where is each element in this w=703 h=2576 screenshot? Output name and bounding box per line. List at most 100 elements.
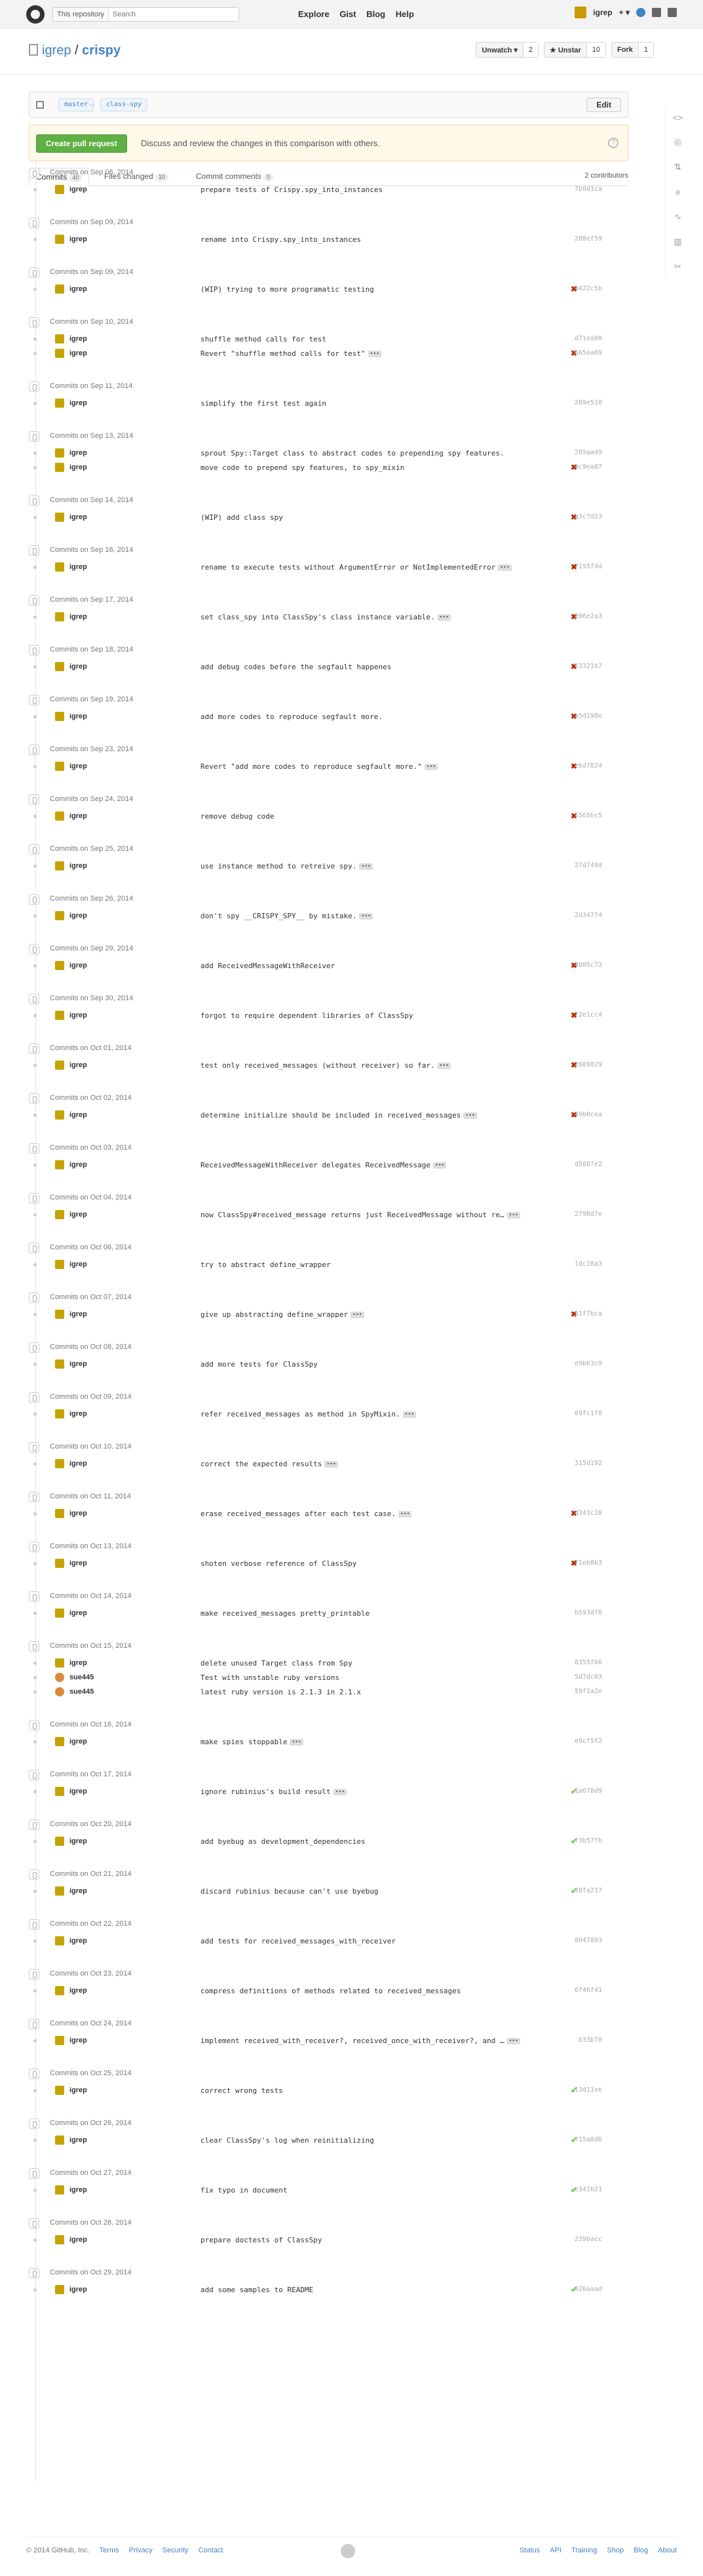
commit-message-text[interactable]: refer received_messages as method in Spy… <box>200 1410 400 1418</box>
commit-author[interactable]: igrep <box>69 1360 87 1368</box>
commit-sha[interactable]: 27d749d <box>575 862 602 869</box>
commit-sha[interactable]: 4805c73 <box>575 962 602 969</box>
footer-link-status[interactable]: Status <box>520 2547 540 2554</box>
commit-message-text[interactable]: now ClassSpy#received_message returns ju… <box>200 1211 504 1219</box>
commit-sha[interactable]: 826aaad <box>575 2286 602 2293</box>
commit-sha[interactable]: 63321b7 <box>575 663 602 670</box>
commit-message[interactable]: rename into Crispy.spy_into_instances <box>200 235 361 244</box>
expand-ellipsis-button[interactable]: ••• <box>506 2038 521 2044</box>
commit-sha[interactable]: 38fa217 <box>575 1887 602 1894</box>
avatar[interactable] <box>55 811 64 821</box>
commit-message-text[interactable]: make spies stoppable <box>200 1738 287 1746</box>
commit-sha[interactable]: 0047893 <box>575 1937 602 1944</box>
commit-author[interactable]: igrep <box>69 463 87 471</box>
avatar[interactable] <box>55 334 64 343</box>
commit-author[interactable]: igrep <box>69 663 87 671</box>
commit-message[interactable]: sprout Spy::Target class to abstract cod… <box>200 449 504 458</box>
expand-ellipsis-button[interactable]: ••• <box>437 614 451 621</box>
commit-sha[interactable]: 715a8d6 <box>575 2136 602 2143</box>
expand-ellipsis-button[interactable]: ••• <box>290 1739 303 1746</box>
commit-sha[interactable]: 5d7dc03 <box>575 1673 602 1681</box>
search-box[interactable]: This repository <box>52 7 239 22</box>
commit-message-text[interactable]: latest ruby version is 2.1.3 in 2.1.x <box>200 1688 361 1696</box>
avatar[interactable] <box>55 2185 64 2195</box>
commit-author[interactable]: igrep <box>69 285 87 293</box>
commit-message-text[interactable]: prepare doctests of ClassSpy <box>200 2236 322 2244</box>
commit-sha[interactable]: e6d7824 <box>575 762 602 770</box>
avatar[interactable] <box>55 911 64 920</box>
pull-requests-icon[interactable]: ⇅ <box>666 155 690 180</box>
commit-message-text[interactable]: remove debug code <box>200 812 275 821</box>
expand-ellipsis-button[interactable]: ••• <box>398 1511 412 1517</box>
commit-message-text[interactable]: Test with unstable ruby versions <box>200 1673 339 1682</box>
commit-sha[interactable]: 1dc28a3 <box>575 1260 602 1268</box>
commit-author[interactable]: igrep <box>69 1011 87 1019</box>
commit-message-text[interactable]: add some samples to README <box>200 2286 313 2294</box>
commit-author[interactable]: igrep <box>69 1260 87 1268</box>
commit-message-text[interactable]: forgot to require dependent libraries of… <box>200 1011 413 1020</box>
code-icon[interactable]: <> <box>666 105 690 130</box>
commit-author[interactable]: igrep <box>69 1061 87 1069</box>
commit-message-text[interactable]: ignore rubinius's build result <box>200 1787 331 1796</box>
commit-message-text[interactable]: discard rubinius because can't use byebu… <box>200 1887 379 1896</box>
repo-owner[interactable]: igrep <box>42 43 71 58</box>
commit-author[interactable]: igrep <box>69 335 87 343</box>
commit-author[interactable]: igrep <box>69 962 87 969</box>
commit-author[interactable]: igrep <box>69 2186 87 2194</box>
commit-message-text[interactable]: correct the expected results <box>200 1460 322 1468</box>
create-pull-request-button[interactable]: Create pull request <box>36 134 127 153</box>
commit-message[interactable]: (WIP) trying to more programatic testing <box>200 285 374 294</box>
commit-message[interactable]: delete unused Target class from Spy <box>200 1659 352 1668</box>
gear-icon[interactable] <box>652 8 661 17</box>
commit-author[interactable]: igrep <box>69 1111 87 1119</box>
notifications-icon[interactable] <box>636 8 645 17</box>
avatar[interactable] <box>55 1737 64 1746</box>
commit-message[interactable]: shuffle method calls for test <box>200 335 326 343</box>
commit-message[interactable]: prepare doctests of ClassSpy <box>200 2236 322 2244</box>
commit-sha[interactable]: 289e510 <box>575 399 602 406</box>
commit-message[interactable]: ignore rubinius's build result ••• <box>200 1787 347 1796</box>
commit-message[interactable]: give up abstracting define_wrapper ••• <box>200 1310 364 1319</box>
commit-message-text[interactable]: sprout Spy::Target class to abstract cod… <box>200 449 504 458</box>
avatar[interactable] <box>55 2235 64 2244</box>
commit-author[interactable]: igrep <box>69 812 87 820</box>
sign-out-icon[interactable] <box>668 8 677 17</box>
avatar[interactable] <box>55 2285 64 2294</box>
pulse-icon[interactable]: ∿ <box>666 205 690 229</box>
commit-message[interactable]: now ClassSpy#received_message returns ju… <box>200 1211 521 1219</box>
commit-message[interactable]: simplify the first test again <box>200 399 326 408</box>
commit-sha[interactable]: e341b21 <box>575 2186 602 2193</box>
nav-explore[interactable]: Explore <box>298 9 330 19</box>
commit-sha[interactable]: 4c9ea07 <box>575 463 602 471</box>
commit-author[interactable]: igrep <box>69 1987 87 1995</box>
commit-sha[interactable]: 6f46f41 <box>575 1987 602 1994</box>
expand-ellipsis-button[interactable]: ••• <box>359 913 373 920</box>
commit-author[interactable]: igrep <box>69 563 87 571</box>
nav-help[interactable]: Help <box>396 9 414 19</box>
avatar[interactable] <box>55 961 64 970</box>
footer-link-about[interactable]: About <box>658 2547 677 2554</box>
commit-message-text[interactable]: add more tests for ClassSpy <box>200 1360 318 1369</box>
commit-author[interactable]: igrep <box>69 1559 87 1567</box>
commit-author[interactable]: igrep <box>69 1510 87 1517</box>
commit-message-text[interactable]: shoten verbose reference of ClassSpy <box>200 1559 356 1568</box>
avatar[interactable] <box>55 1459 64 1468</box>
commit-sha[interactable]: 7b0d1ca <box>575 185 602 193</box>
footer-link-blog[interactable]: Blog <box>634 2547 648 2554</box>
footer-link-terms[interactable]: Terms <box>100 2547 119 2554</box>
avatar[interactable] <box>55 1409 64 1418</box>
avatar[interactable] <box>55 1559 64 1568</box>
commit-sha[interactable]: b33b70 <box>579 2037 602 2044</box>
nav-blog[interactable]: Blog <box>366 9 385 19</box>
repo-name[interactable]: crispy <box>82 43 121 58</box>
watch-count[interactable]: 2 <box>522 43 539 57</box>
commit-author[interactable]: igrep <box>69 762 87 770</box>
commit-message[interactable]: determine initialize should be included … <box>200 1111 477 1120</box>
commit-author[interactable]: igrep <box>69 2037 87 2044</box>
commit-message[interactable]: make spies stoppable ••• <box>200 1738 303 1746</box>
commit-message[interactable]: discard rubinius because can't use byebu… <box>200 1887 379 1896</box>
avatar[interactable] <box>55 284 64 294</box>
expand-ellipsis-button[interactable]: ••• <box>498 564 512 571</box>
commit-sha[interactable]: 2d347f4 <box>575 912 602 919</box>
commit-message-text[interactable]: Revert "add more codes to reproduce segf… <box>200 762 422 771</box>
